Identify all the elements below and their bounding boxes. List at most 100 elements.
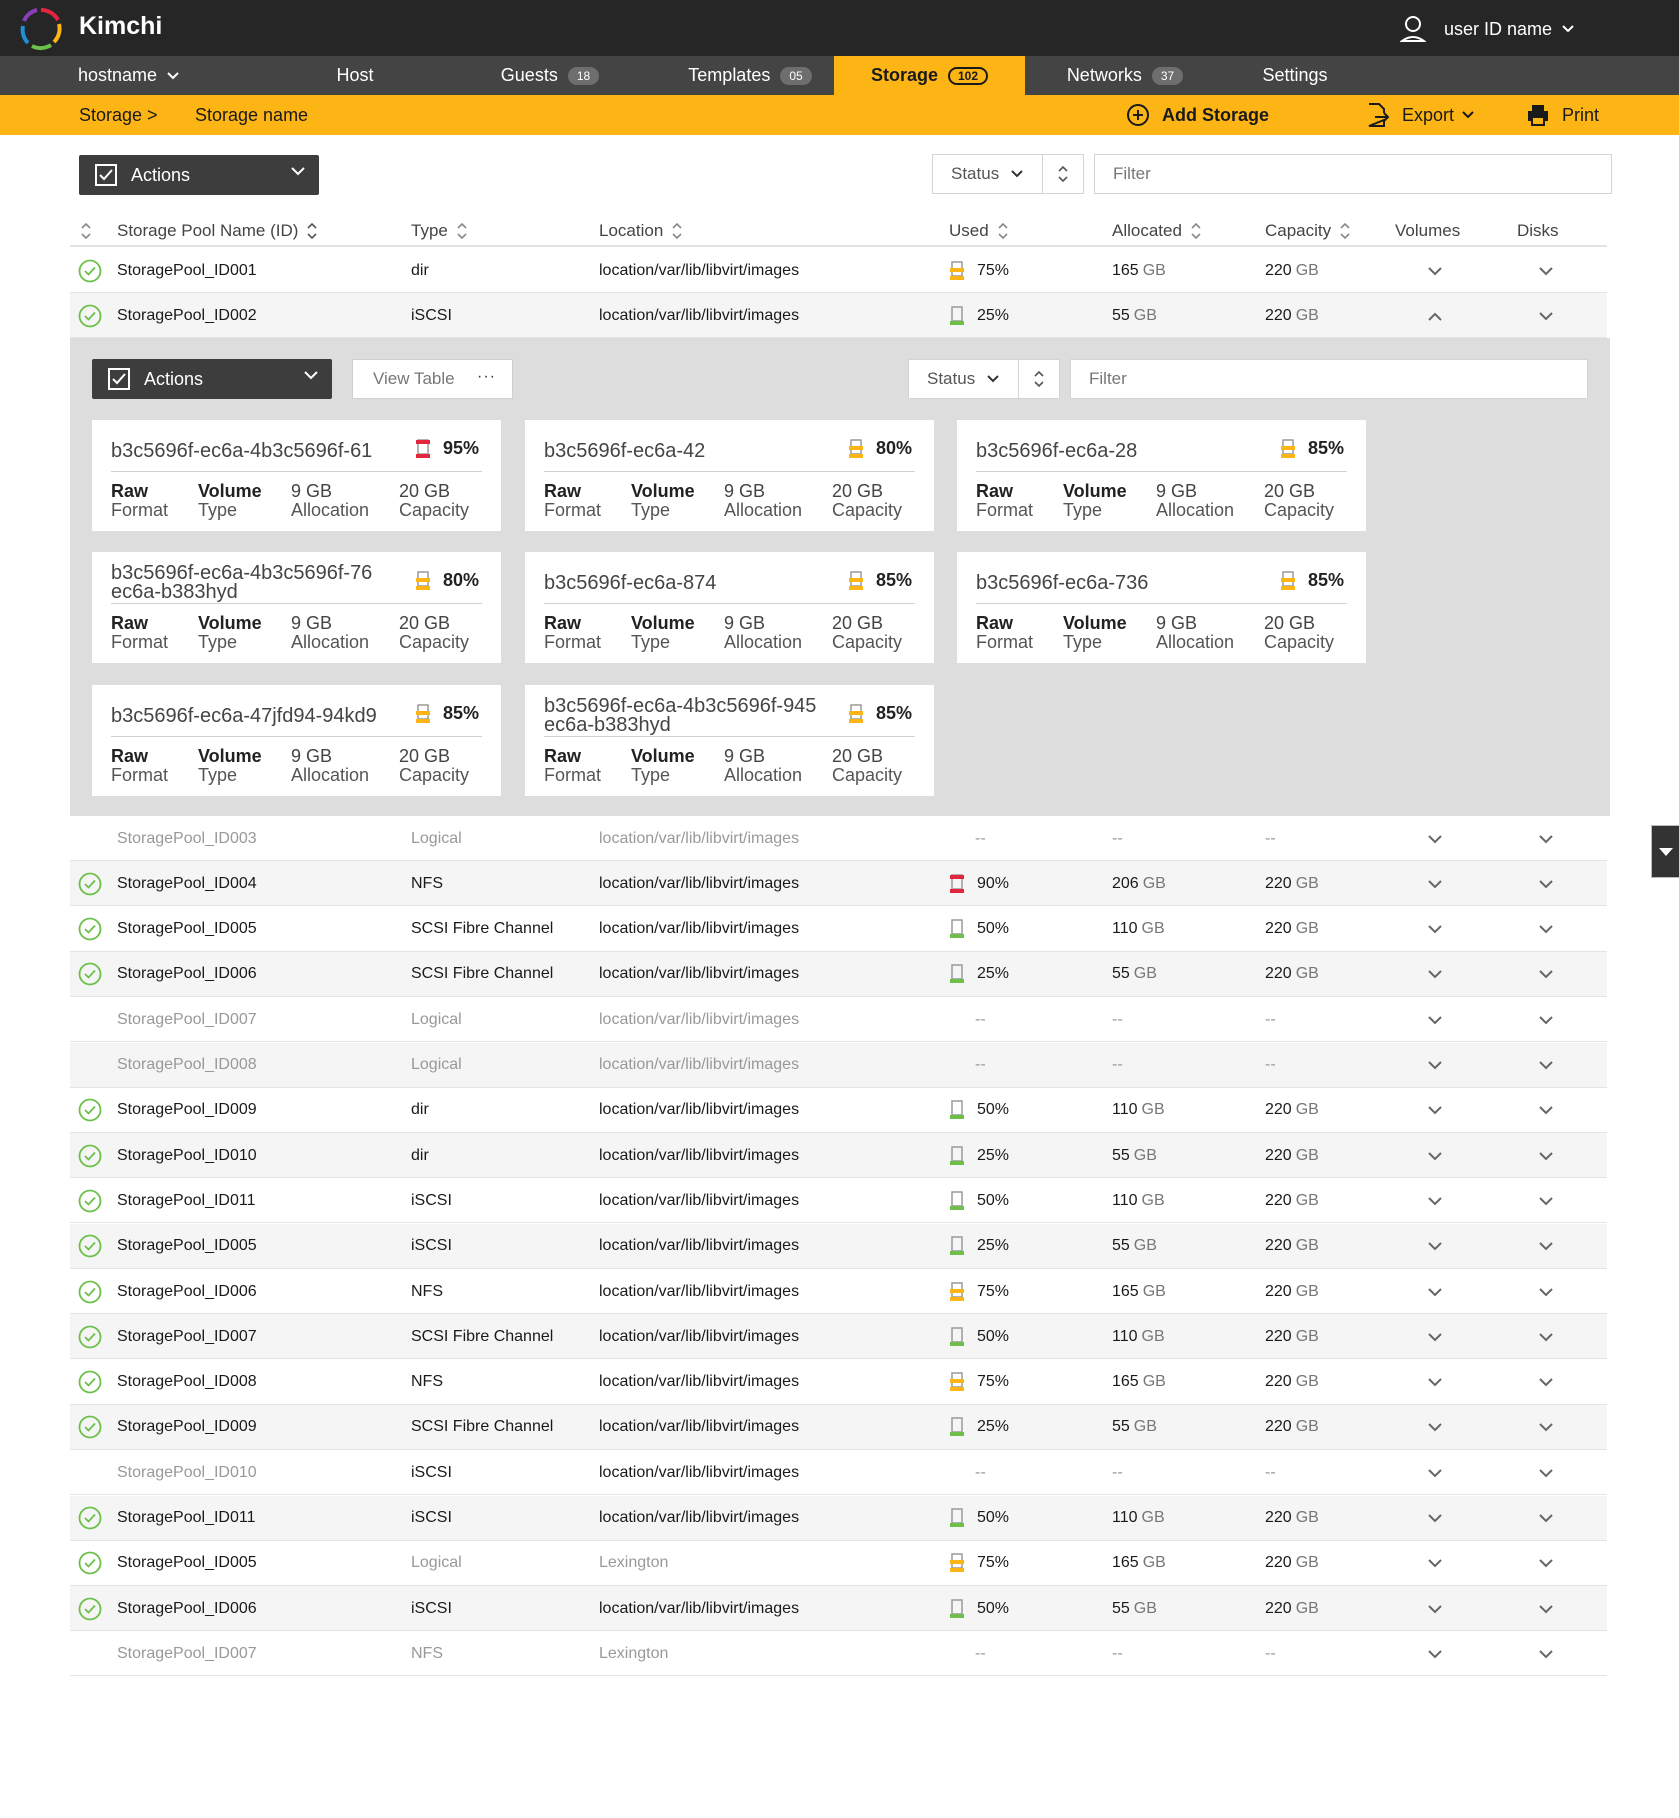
pool-name[interactable]: StoragePool_ID011 <box>117 1496 255 1541</box>
disks-toggle[interactable] <box>1531 1269 1561 1314</box>
volume-filter-input[interactable] <box>1070 359 1588 399</box>
pool-name[interactable]: StoragePool_ID007 <box>117 997 257 1042</box>
view-table-button[interactable]: View Table ··· <box>352 359 513 399</box>
volumes-toggle[interactable] <box>1420 816 1450 861</box>
actions-dropdown[interactable]: Actions <box>79 155 319 195</box>
sort-toggle[interactable] <box>1043 155 1083 193</box>
pool-name[interactable]: StoragePool_ID007 <box>117 1314 257 1359</box>
sort-toggle[interactable] <box>1019 360 1059 398</box>
volumes-toggle[interactable] <box>1420 1360 1450 1405</box>
table-row[interactable]: StoragePool_ID010 iSCSI location/var/lib/l… <box>70 1450 1607 1496</box>
table-row[interactable]: StoragePool_ID010 dir location/var/lib/lib… <box>70 1133 1607 1179</box>
scroll-tab[interactable] <box>1651 825 1679 878</box>
table-row[interactable]: StoragePool_ID006 SCSI Fibre Channel locat… <box>70 951 1607 997</box>
col-type[interactable]: Type <box>411 214 468 247</box>
pool-name[interactable]: StoragePool_ID009 <box>117 1088 257 1133</box>
table-row[interactable]: StoragePool_ID006 NFS location/var/lib/lib… <box>70 1269 1607 1314</box>
volumes-toggle[interactable] <box>1420 907 1450 952</box>
tab-storage[interactable]: Storage 102 <box>834 56 1025 95</box>
volume-card[interactable]: b3c5696f-ec6a-47jfd94-94kd9 85% Raw Format V… <box>92 685 501 796</box>
pool-name[interactable]: StoragePool_ID005 <box>117 1224 257 1269</box>
volume-card[interactable]: b3c5696f-ec6a-4b3c5696f-945 ec6a-b383hyd… <box>525 685 934 796</box>
pool-name[interactable]: StoragePool_ID005 <box>117 907 257 952</box>
col-name[interactable]: Storage Pool Name (ID) <box>117 214 318 247</box>
volumes-toggle[interactable] <box>1420 1450 1450 1495</box>
user-menu[interactable]: user ID name <box>1399 16 1574 42</box>
disks-toggle[interactable] <box>1531 952 1561 997</box>
table-row[interactable]: StoragePool_ID009 SCSI Fibre Channel locat… <box>70 1404 1607 1450</box>
table-row[interactable]: StoragePool_ID006 iSCSI location/var/lib/l… <box>70 1586 1607 1632</box>
print-button[interactable]: Print <box>1526 95 1599 135</box>
table-row[interactable]: StoragePool_ID011 iSCSI location/var/lib/l… <box>70 1495 1607 1541</box>
pool-name[interactable]: StoragePool_ID007 <box>117 1631 257 1676</box>
col-used[interactable]: Used <box>949 214 1009 247</box>
table-row[interactable]: StoragePool_ID007 NFS Lexington -- -- -- <box>70 1631 1607 1677</box>
table-row[interactable]: StoragePool_ID011 iSCSI location/var/lib/l… <box>70 1178 1607 1224</box>
volumes-toggle[interactable] <box>1420 293 1450 338</box>
disks-toggle[interactable] <box>1531 1586 1561 1631</box>
table-row[interactable]: StoragePool_ID008 NFS location/var/lib/lib… <box>70 1360 1607 1405</box>
table-row[interactable]: StoragePool_ID008 Logical location/var/lib… <box>70 1042 1607 1088</box>
volumes-toggle[interactable] <box>1420 1224 1450 1269</box>
table-row[interactable]: StoragePool_ID007 Logical location/var/lib… <box>70 997 1607 1043</box>
disks-toggle[interactable] <box>1531 1224 1561 1269</box>
volume-card[interactable]: b3c5696f-ec6a-42 80% Raw Format Volume Type 9 … <box>525 420 934 531</box>
pool-name[interactable]: StoragePool_ID005 <box>117 1541 257 1586</box>
filter-input[interactable] <box>1094 154 1612 194</box>
disks-toggle[interactable] <box>1531 1043 1561 1088</box>
table-row[interactable]: StoragePool_ID005 SCSI Fibre Channel locat… <box>70 907 1607 952</box>
table-row[interactable]: StoragePool_ID004 NFS location/var/lib/lib… <box>70 861 1607 907</box>
col-location[interactable]: Location <box>599 214 683 247</box>
table-row[interactable]: StoragePool_ID003 Logical location/var/lib… <box>70 816 1607 861</box>
volumes-toggle[interactable] <box>1420 997 1450 1042</box>
volume-card[interactable]: b3c5696f-ec6a-28 85% Raw Format Volume Type 9 … <box>957 420 1366 531</box>
pool-name[interactable]: StoragePool_ID008 <box>117 1360 257 1405</box>
pool-name[interactable]: StoragePool_ID006 <box>117 1586 257 1631</box>
disks-toggle[interactable] <box>1531 816 1561 861</box>
volumes-toggle[interactable] <box>1420 1496 1450 1541</box>
table-row[interactable]: StoragePool_ID009 dir location/var/lib/lib… <box>70 1088 1607 1133</box>
pool-name[interactable]: StoragePool_ID008 <box>117 1043 257 1088</box>
disks-toggle[interactable] <box>1531 907 1561 952</box>
export-button[interactable]: Export <box>1366 95 1486 135</box>
volumes-toggle[interactable] <box>1420 1631 1450 1676</box>
pool-name[interactable]: StoragePool_ID004 <box>117 861 257 906</box>
volumes-toggle[interactable] <box>1420 1405 1450 1450</box>
volume-actions-dropdown[interactable]: Actions <box>92 359 332 399</box>
volumes-toggle[interactable] <box>1420 1586 1450 1631</box>
tab-settings[interactable]: Settings <box>1230 56 1360 95</box>
volumes-toggle[interactable] <box>1420 1269 1450 1314</box>
tab-host[interactable]: Host <box>290 56 420 95</box>
volumes-toggle[interactable] <box>1420 952 1450 997</box>
volumes-toggle[interactable] <box>1420 1088 1450 1133</box>
tab-templates[interactable]: Templates 05 <box>660 56 840 95</box>
pool-name[interactable]: StoragePool_ID002 <box>117 293 257 338</box>
pool-name[interactable]: StoragePool_ID010 <box>117 1133 257 1178</box>
disks-toggle[interactable] <box>1531 1133 1561 1178</box>
disks-toggle[interactable] <box>1531 1631 1561 1676</box>
kimchi-logo-icon[interactable] <box>18 6 64 52</box>
volumes-toggle[interactable] <box>1420 1043 1450 1088</box>
volume-card[interactable]: b3c5696f-ec6a-874 85% Raw Format Volume Type 9… <box>525 552 934 663</box>
disks-toggle[interactable] <box>1531 293 1561 338</box>
disks-toggle[interactable] <box>1531 1360 1561 1405</box>
volumes-toggle[interactable] <box>1420 1314 1450 1359</box>
disks-toggle[interactable] <box>1531 1496 1561 1541</box>
disks-toggle[interactable] <box>1531 248 1561 293</box>
disks-toggle[interactable] <box>1531 1178 1561 1223</box>
volumes-toggle[interactable] <box>1420 861 1450 906</box>
volumes-toggle[interactable] <box>1420 1178 1450 1223</box>
pool-name[interactable]: StoragePool_ID006 <box>117 952 257 997</box>
disks-toggle[interactable] <box>1531 1405 1561 1450</box>
table-row[interactable]: StoragePool_ID002 iSCSI location/var/lib/l… <box>70 293 1607 338</box>
volume-status-filter[interactable]: Status <box>908 359 1060 399</box>
pool-name[interactable]: StoragePool_ID006 <box>117 1269 257 1314</box>
select-all-sort[interactable] <box>80 214 92 247</box>
col-capacity[interactable]: Capacity <box>1265 214 1351 247</box>
pool-name[interactable]: StoragePool_ID009 <box>117 1405 257 1450</box>
volume-card[interactable]: b3c5696f-ec6a-736 85% Raw Format Volume Type 9… <box>957 552 1366 663</box>
hostname-menu[interactable]: hostname <box>58 56 198 95</box>
table-row[interactable]: StoragePool_ID005 iSCSI location/var/lib/l… <box>70 1223 1607 1269</box>
tab-networks[interactable]: Networks 37 <box>1040 56 1210 95</box>
disks-toggle[interactable] <box>1531 1450 1561 1495</box>
